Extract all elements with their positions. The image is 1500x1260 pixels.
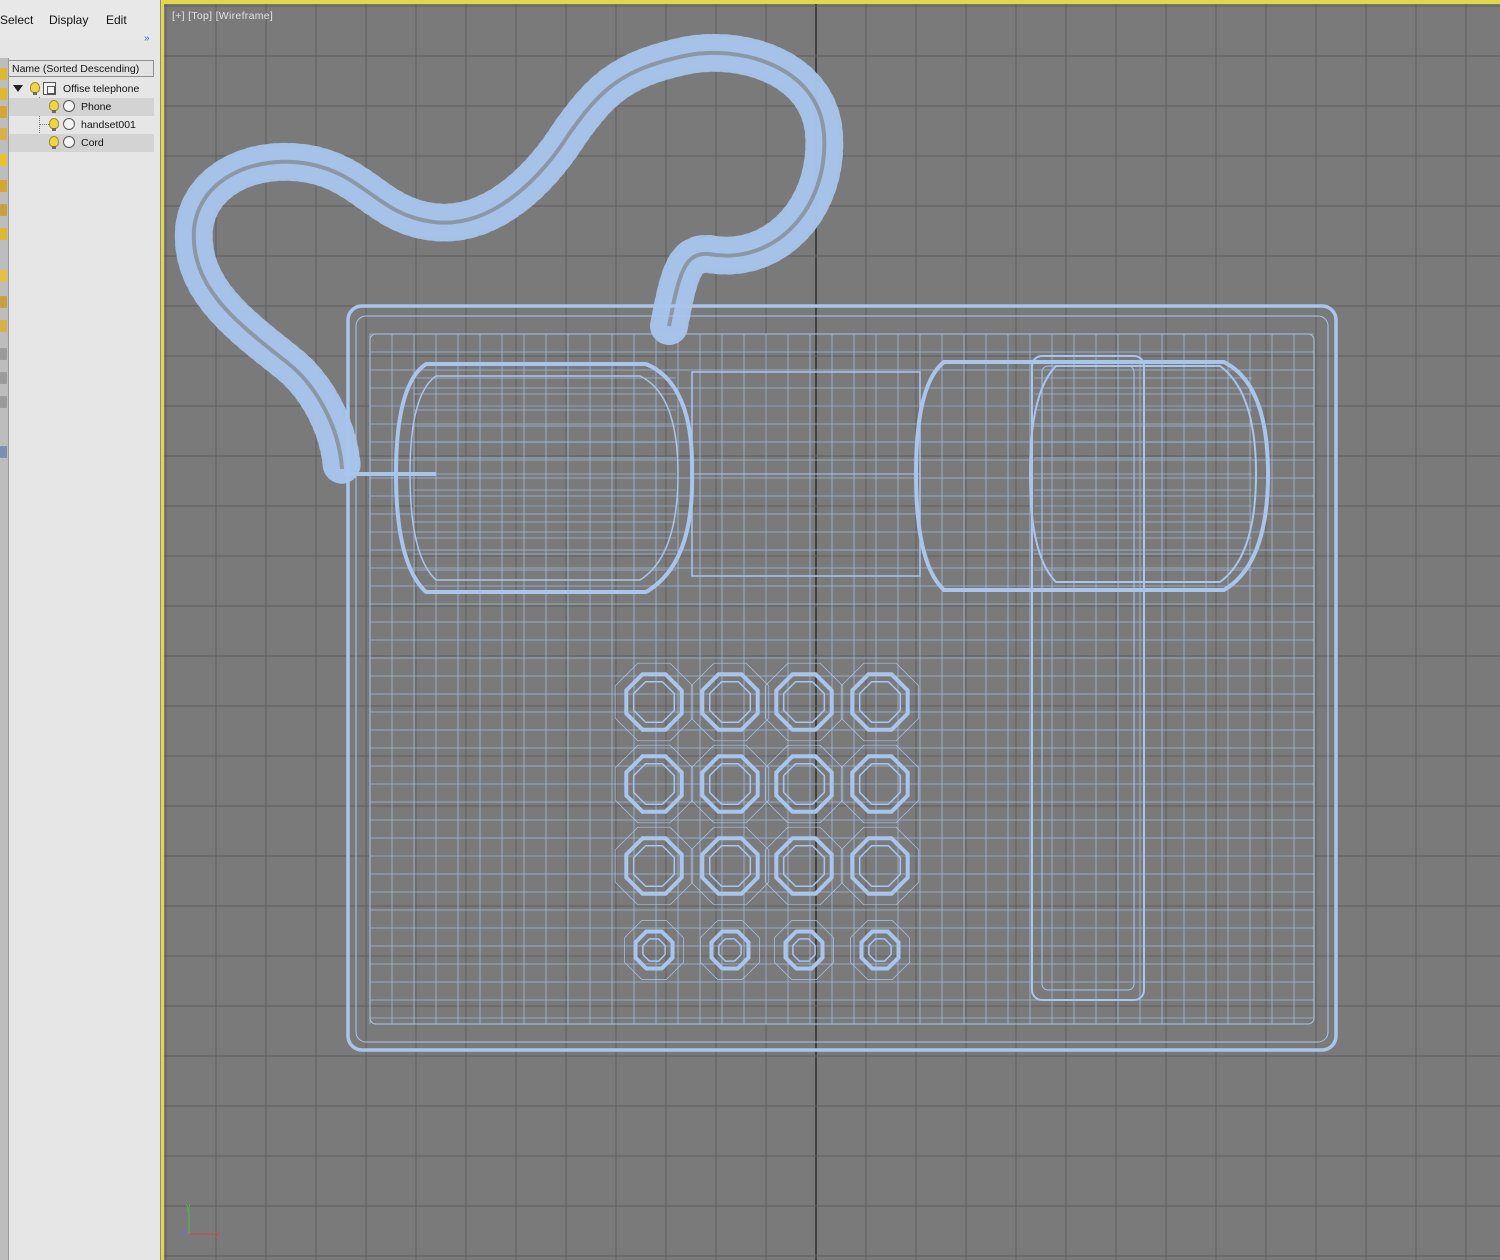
handset001-object[interactable] (344, 360, 1271, 594)
viewport-shading-mode[interactable]: [Wireframe] (216, 10, 274, 22)
freeze-icon[interactable] (63, 136, 75, 148)
filter-shapes-icon[interactable] (0, 88, 7, 100)
light-bulb-icon[interactable] (49, 100, 59, 113)
filter-lights-icon[interactable] (0, 106, 7, 118)
filter-warps-icon[interactable] (0, 180, 7, 192)
tree-item-label: Phone (81, 101, 112, 113)
name-column-header[interactable]: Name (Sorted Descending) (8, 60, 154, 77)
group-icon (43, 82, 56, 95)
freeze-icon[interactable] (63, 118, 75, 130)
light-bulb-icon[interactable] (49, 118, 59, 131)
filter-containers-icon[interactable] (0, 296, 7, 308)
filter-helpers-icon[interactable] (0, 154, 7, 166)
axis-tripod-icon: y z x (182, 1201, 220, 1239)
tree-item-label: handset001 (81, 119, 136, 131)
light-bulb-icon[interactable] (30, 82, 40, 95)
tree-row-handset001[interactable]: handset001 (8, 116, 154, 134)
tree-row-offise-telephone[interactable]: Offise telephone (8, 80, 154, 98)
phone-object[interactable] (346, 304, 1338, 1052)
expand-toolbar-icon[interactable]: » (144, 33, 150, 44)
axis-z-label: z (182, 1228, 187, 1238)
menu-select[interactable]: Select (0, 13, 33, 27)
freeze-icon[interactable] (63, 100, 75, 112)
tree-row-cord[interactable]: Cord (8, 134, 154, 152)
select-none-icon[interactable] (0, 396, 7, 408)
light-bulb-icon[interactable] (49, 136, 59, 149)
viewport-top-wireframe[interactable]: y z x [+] [Top] [Wireframe] (161, 0, 1500, 1260)
viewport-menu-plus[interactable]: [+] (172, 10, 185, 22)
axis-x-label: x (215, 1229, 220, 1239)
menu-edit[interactable]: Edit (106, 13, 127, 27)
tree-item-label: Offise telephone (63, 83, 140, 95)
scene-explorer-panel: Select Display Edit » Name (Sorted Desce… (0, 0, 161, 1260)
select-all-icon[interactable] (0, 372, 7, 384)
menu-display[interactable]: Display (49, 13, 88, 27)
tree-row-phone[interactable]: Phone (8, 98, 154, 116)
cord-object[interactable] (174, 33, 844, 488)
expand-arrow-icon[interactable] (13, 85, 23, 92)
tree-item-label: Cord (81, 137, 104, 149)
filter-bones-icon[interactable] (0, 270, 7, 282)
filter-xrefs-icon[interactable] (0, 228, 7, 240)
explorer-menubar: Select Display Edit » (0, 0, 160, 44)
filter-frozen-icon[interactable] (0, 320, 7, 332)
viewport-point-of-view[interactable]: [Top] (188, 10, 212, 22)
filter-groups-icon[interactable] (0, 204, 7, 216)
filter-geometry-icon[interactable] (0, 68, 7, 80)
filter-cameras-icon[interactable] (0, 128, 7, 140)
explorer-tool-strip (0, 58, 9, 1260)
axis-y-label: y (186, 1201, 191, 1211)
filter-hidden-icon[interactable] (0, 348, 7, 360)
select-invert-icon[interactable] (0, 446, 7, 458)
viewport-label[interactable]: [+] [Top] [Wireframe] (172, 10, 273, 22)
viewport-canvas[interactable]: y z x (164, 4, 1500, 1260)
